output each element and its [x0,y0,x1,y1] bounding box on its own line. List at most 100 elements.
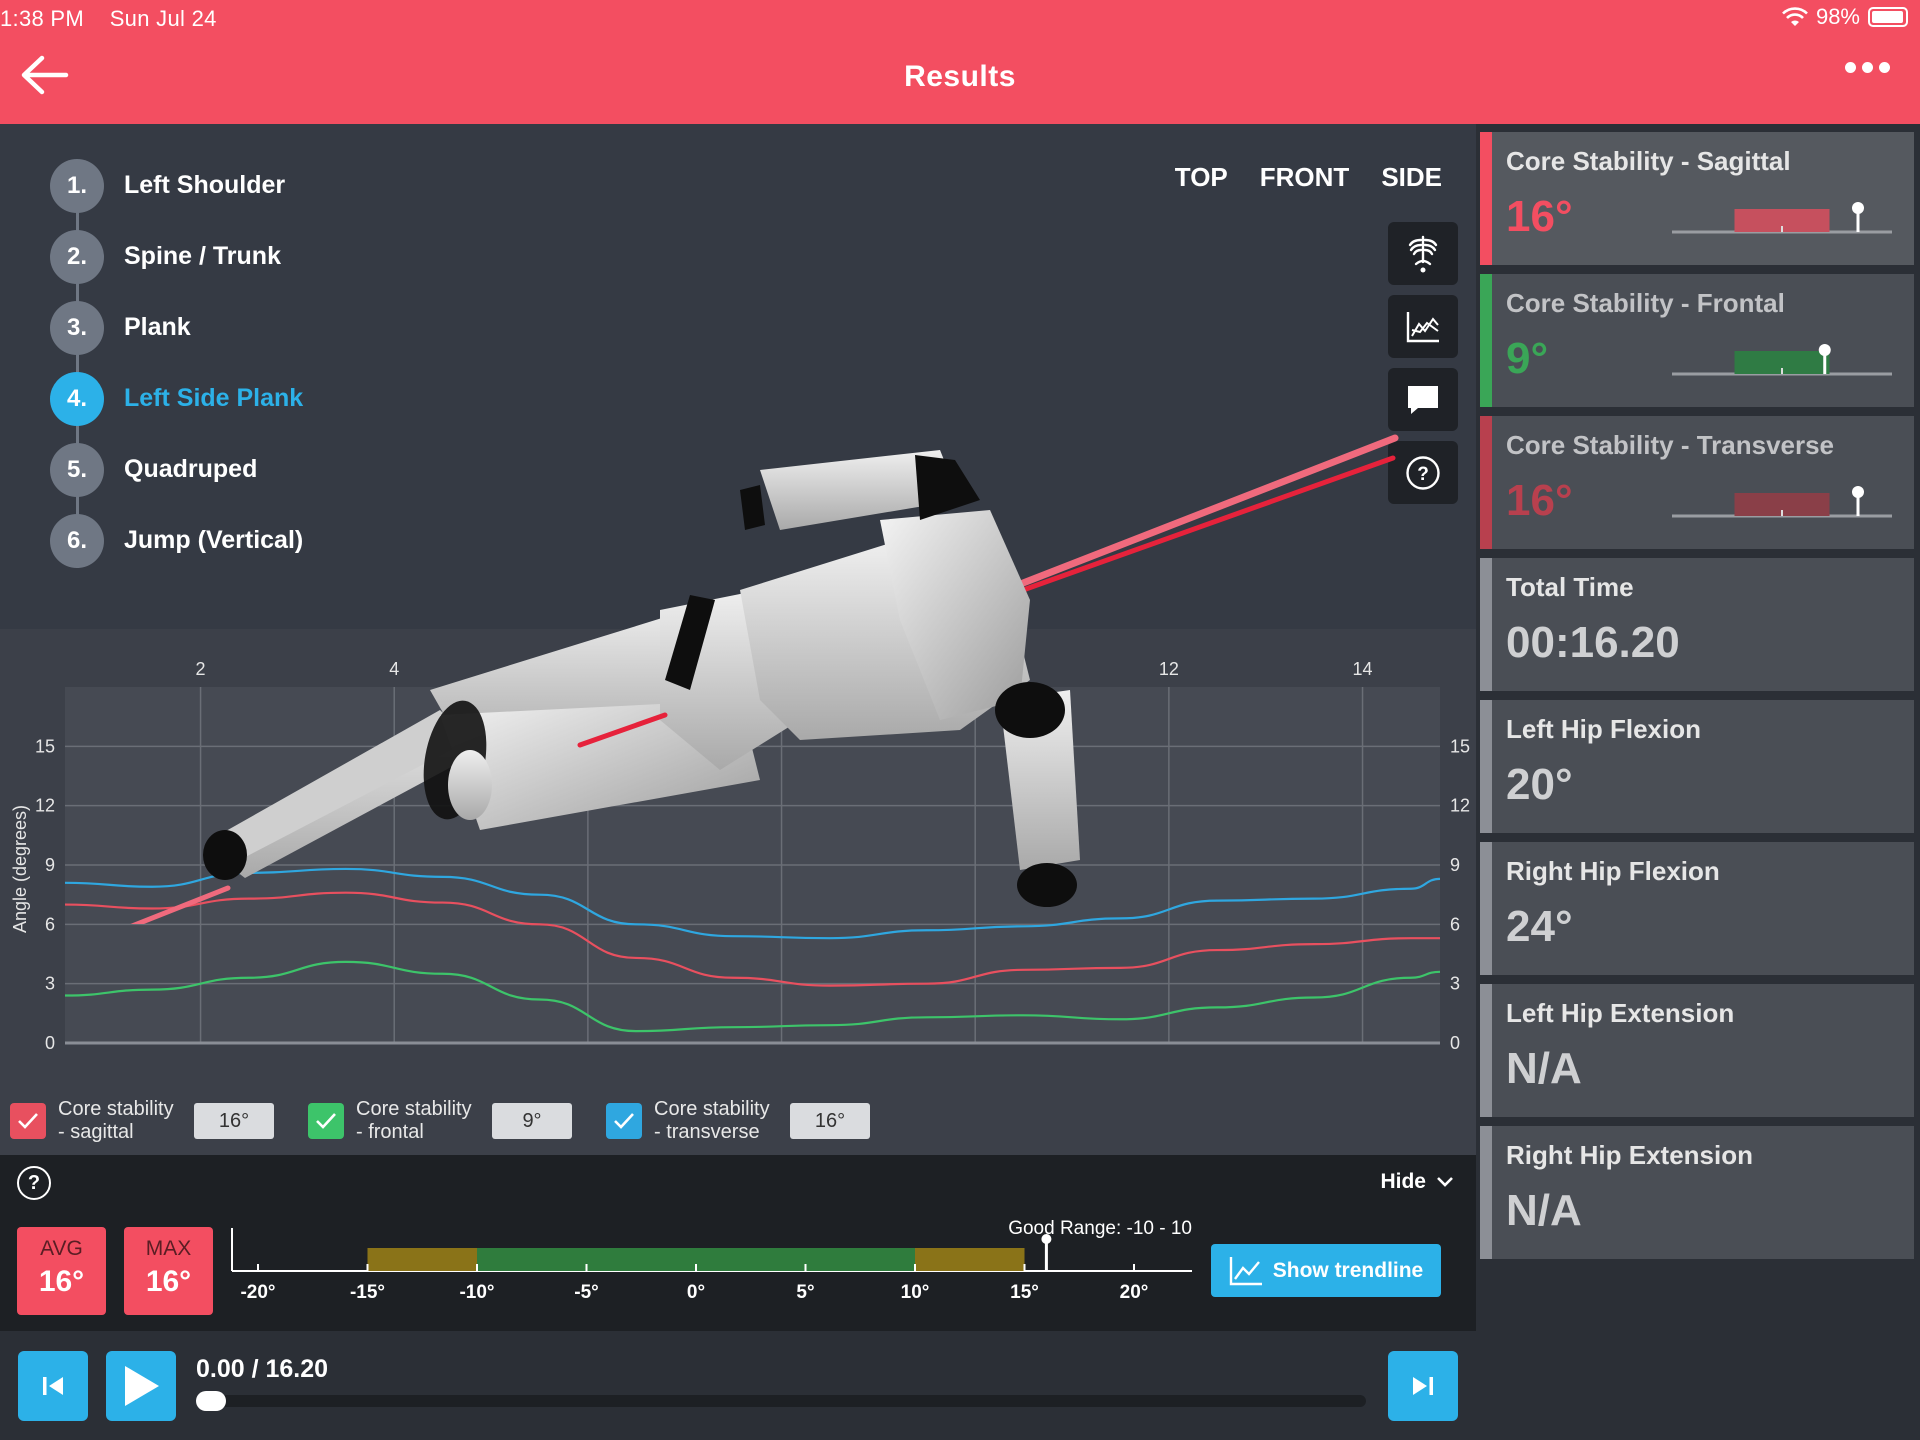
metric-title: Right Hip Extension [1506,1140,1753,1170]
legend-label: Core stability - sagittal [58,1098,188,1144]
metric-value: N/A [1506,1186,1582,1235]
legend-label-line: Core stability [356,1098,472,1120]
scale-tick-label: 15° [1010,1282,1039,1303]
header-bar: 1:38 PM Sun Jul 24 98% Results [0,0,1920,124]
metric-card[interactable]: Left Hip Extension N/A [1480,984,1914,1117]
y-tick-label-right: 0 [1450,1033,1460,1053]
hide-label: Hide [1380,1170,1426,1193]
dot-icon [1862,62,1873,73]
legend-label: Core stability - frontal [356,1098,486,1144]
range-scale: -20° -15° -10° -5° 0° 5° 10° 15° 20° Good Range: … [231,1218,1192,1303]
scale-tick-label: -20° [240,1282,275,1303]
chevron-down-icon [1437,1177,1453,1187]
mini-range-gauge [1672,344,1892,376]
scale-tick-label: 5° [796,1282,814,1303]
chart-legend: Core stability - sagittal 16° Core stabil… [0,1088,1476,1154]
status-date: Sun Jul 24 [109,6,217,31]
current-value-knob [1041,1234,1052,1244]
show-trendline-button[interactable]: Show trendline [1211,1244,1441,1297]
metric-card[interactable]: Right Hip Extension N/A [1480,1126,1914,1259]
metric-title: Core Stability - Transverse [1506,430,1835,460]
metric-value: 16° [1506,192,1573,241]
legend-value: 16° [790,1103,870,1139]
scale-tick-label: 20° [1120,1282,1149,1303]
good-range-label: Good Range: -10 - 10 [1008,1218,1192,1239]
check-icon [316,1113,336,1129]
legend-item-frontal: Core stability - frontal 9° [308,1098,572,1144]
mini-value-marker [1852,486,1864,498]
trendline-label: Show trendline [1272,1258,1424,1282]
scale-tick-label: -15° [350,1282,385,1303]
legend-label-line: - transverse [654,1121,760,1143]
check-icon [614,1113,634,1129]
legend-label-line: Core stability [58,1098,174,1120]
metric-card[interactable]: Total Time 00:16.20 [1480,558,1914,691]
playback-time: 0.00 / 16.20 [196,1355,329,1383]
scale-tick-label: 10° [901,1282,930,1303]
hide-button[interactable]: Hide [1380,1170,1454,1194]
play-icon [125,1366,159,1406]
metric-card[interactable]: Right Hip Flexion 24° [1480,842,1914,975]
skip-back-icon [43,1377,63,1395]
playback-bar: 0.00 / 16.20 [0,1331,1476,1440]
y-tick-label-left: 3 [45,974,55,994]
dot-icon [1879,62,1890,73]
metric-card[interactable]: Core Stability - Transverse 16° [1480,416,1914,549]
battery-percent: 98% [1815,4,1860,29]
legend-item-sagittal: Core stability - sagittal 16° [10,1098,274,1144]
metric-title: Core Stability - Frontal [1506,288,1785,318]
legend-label-line: Core stability [654,1098,770,1120]
status-clock: 1:38 PM [0,6,85,31]
more-options-button[interactable] [1845,62,1890,73]
trendline-icon [1229,1256,1262,1285]
legend-value: 9° [492,1103,572,1139]
status-time: 1:38 PM Sun Jul 24 [0,6,217,32]
y-tick-label-right: 3 [1450,974,1460,994]
play-button[interactable] [106,1351,176,1421]
y-tick-label-left: 0 [45,1033,55,1053]
dot-icon [1845,62,1856,73]
metric-title: Total Time [1506,572,1634,602]
sagittal-checkbox[interactable] [10,1103,46,1139]
metric-title: Left Hip Extension [1506,998,1735,1028]
scrub-track[interactable] [196,1395,1366,1407]
metric-value: N/A [1506,1044,1582,1093]
check-icon [18,1113,38,1129]
mini-range-gauge [1672,202,1892,234]
metric-value: 9° [1506,334,1549,383]
wifi-icon [1782,7,1808,26]
metric-card[interactable]: Core Stability - Frontal 9° [1480,274,1914,407]
help-icon: ? [27,1171,41,1194]
skip-forward-button[interactable] [1388,1351,1458,1421]
scrub-handle[interactable] [196,1391,226,1411]
range-panel: AVG 16° MAX 16° -20° -15° -10° -5° 0° 5° 10° 15… [0,1211,1476,1331]
legend-value: 16° [194,1103,274,1139]
scale-tick-label: 0° [687,1282,705,1303]
metric-value: 16° [1506,476,1573,525]
metric-value: 24° [1506,902,1573,951]
metric-value: 00:16.20 [1506,618,1680,667]
scale-tick-label: -10° [459,1282,494,1303]
legend-item-transverse: Core stability - transverse 16° [606,1098,870,1144]
legend-label-line: - sagittal [58,1121,134,1143]
range-help-button[interactable]: ? [17,1166,51,1200]
metric-title: Left Hip Flexion [1506,714,1701,744]
metric-title: Core Stability - Sagittal [1506,146,1791,176]
skip-forward-icon [1413,1377,1433,1395]
metric-card[interactable]: Left Hip Flexion 20° [1480,700,1914,833]
status-indicators: 98% [1782,4,1908,30]
metric-card[interactable]: Core Stability - Sagittal 16° [1480,132,1914,265]
transverse-checkbox[interactable] [606,1103,642,1139]
mini-range-gauge [1672,486,1892,518]
metric-title: Right Hip Flexion [1506,856,1720,886]
scale-tick-label: -5° [574,1282,599,1303]
mini-value-marker [1852,202,1864,214]
metric-value: 20° [1506,760,1573,809]
mannequin-figure [130,434,1399,924]
warning-range-high [915,1248,1025,1271]
page-title: Results [904,60,1016,93]
battery-icon [1868,7,1908,27]
skip-back-button[interactable] [18,1351,88,1421]
frontal-checkbox[interactable] [308,1103,344,1139]
legend-label-line: - frontal [356,1121,424,1143]
